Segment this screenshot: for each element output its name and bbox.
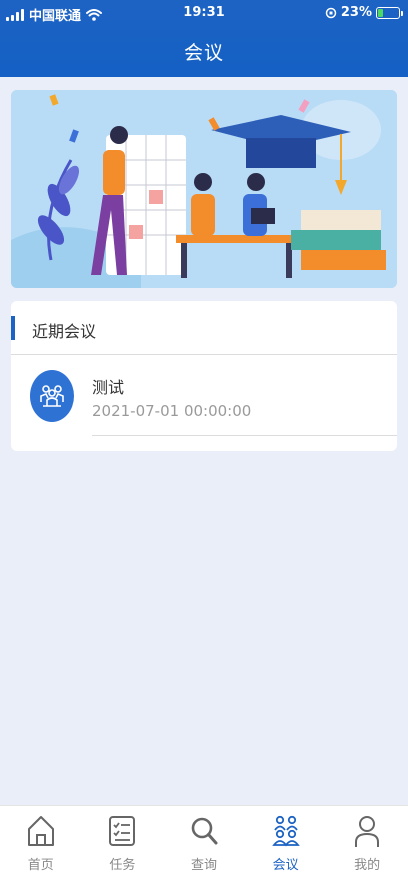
bottom-tab-bar: 首页 任务 查询 会议 我的 (0, 805, 408, 883)
tab-search[interactable]: 查询 (163, 806, 245, 883)
meeting-list-item[interactable]: 测试 2021-07-01 00:00:00 (11, 356, 397, 436)
tab-profile-label: 我的 (354, 858, 381, 873)
meeting-name: 测试 (92, 378, 125, 397)
recent-meetings-card: 近期会议 测试 2021-07-01 00:00:00 (11, 301, 397, 451)
orientation-lock-icon (325, 7, 337, 18)
tab-home-label: 首页 (27, 858, 54, 873)
tab-tasks-label: 任务 (109, 858, 136, 873)
task-list-icon (109, 816, 136, 846)
divider (92, 435, 397, 436)
section-accent-bar (11, 316, 15, 340)
battery-icon (376, 6, 403, 19)
meeting-people-icon (30, 370, 74, 422)
tab-home[interactable]: 首页 (0, 806, 82, 883)
tab-tasks[interactable]: 任务 (82, 806, 164, 883)
home-icon (27, 816, 54, 846)
meeting-time: 2021-07-01 00:00:00 (92, 402, 252, 420)
meeting-icon (271, 815, 300, 847)
tab-meeting[interactable]: 会议 (245, 806, 327, 883)
profile-icon (355, 816, 380, 847)
battery-percent: 23% (340, 5, 372, 20)
tab-profile[interactable]: 我的 (326, 806, 408, 883)
search-icon (191, 817, 218, 845)
page-title: 会议 (183, 42, 224, 64)
app-header: 中国联通 19:31 23% 会议 (0, 0, 408, 77)
status-bar: 中国联通 19:31 23% (0, 0, 408, 26)
section-header: 近期会议 (11, 301, 397, 355)
tab-search-label: 查询 (190, 858, 217, 873)
tab-meeting-label: 会议 (272, 858, 299, 873)
section-title: 近期会议 (32, 322, 97, 341)
banner-illustration (11, 90, 397, 288)
